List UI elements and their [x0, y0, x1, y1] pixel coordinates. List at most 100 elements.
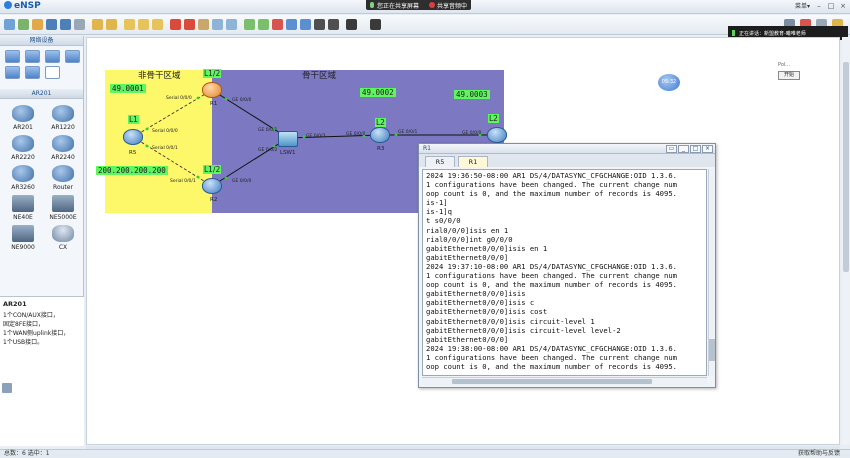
maximize-icon[interactable]: □	[690, 145, 701, 153]
device-ne5000e[interactable]: NE5000E	[44, 195, 82, 221]
screenshot-icon[interactable]	[346, 19, 357, 30]
sharing-status[interactable]: 您正在共享屏幕	[366, 1, 423, 10]
device-ar2240[interactable]: AR2240	[44, 135, 82, 161]
close-icon[interactable]: ×	[838, 1, 848, 11]
device-ar201[interactable]: AR201	[4, 105, 42, 131]
cloud-category-icon[interactable]	[25, 66, 40, 79]
router-category-icon[interactable]	[5, 50, 20, 63]
console-line: rial0/0/0]int g0/0/0	[426, 234, 513, 244]
cx-icon	[52, 225, 74, 242]
device-ne40e[interactable]: NE40E	[4, 195, 42, 221]
device-ar1220[interactable]: AR1220	[44, 105, 82, 131]
console-title: R1	[423, 145, 431, 152]
device-router[interactable]: Router	[44, 165, 82, 191]
router-r2-icon[interactable]	[202, 178, 222, 194]
tab-r5[interactable]: R5	[425, 156, 455, 167]
screen-share-bar[interactable]: 您正在共享屏幕 共享音频中	[366, 0, 472, 10]
grid-icon[interactable]	[328, 19, 339, 30]
switch-category-icon[interactable]	[25, 50, 40, 63]
device-cx[interactable]: CX	[44, 225, 82, 251]
scrollbar-thumb[interactable]	[709, 339, 715, 361]
canvas-vertical-scrollbar[interactable]	[842, 37, 850, 445]
device-ne9000[interactable]: NE9000	[4, 225, 42, 251]
start-icon[interactable]	[258, 19, 269, 30]
level-tag: L1	[128, 115, 139, 124]
chassis-icon	[12, 195, 34, 212]
node-label: R5	[129, 150, 137, 156]
description-line: 1个WAN侧uplink接口，	[3, 330, 70, 337]
window-icon[interactable]	[370, 19, 381, 30]
delete-link-icon[interactable]	[184, 19, 195, 30]
description-line: 1个CON/AUX接口，	[3, 312, 59, 319]
start-all-icon[interactable]	[244, 19, 255, 30]
router-icon	[52, 105, 74, 122]
topology-view-icon[interactable]	[314, 19, 325, 30]
router-r5-icon[interactable]	[123, 129, 143, 145]
palette-icon[interactable]	[212, 19, 223, 30]
capture-icon[interactable]	[286, 19, 297, 30]
console-vertical-scrollbar[interactable]	[708, 169, 715, 376]
console-window[interactable]: R1 ▭ _ □ × R5 R1 2024 19:36:50-08:00 AR1…	[418, 143, 716, 388]
device-ar3260[interactable]: AR3260	[4, 165, 42, 191]
link-category-icon[interactable]	[45, 66, 60, 79]
non-backbone-area-label: 非骨干区域	[138, 71, 181, 81]
tab-r1[interactable]: R1	[458, 156, 488, 167]
cloud-icon[interactable]: 05:32	[658, 74, 680, 91]
save-icon[interactable]	[46, 19, 57, 30]
router-icon	[12, 105, 34, 122]
console-line: gabitEthernet0/0/0]isis cost	[426, 307, 548, 317]
router-r1-icon[interactable]	[202, 82, 222, 98]
hand-icon[interactable]	[152, 19, 163, 30]
router-r4-icon[interactable]	[487, 127, 507, 143]
console-line: 2024 19:37:10-08:00 AR1 DS/4/DATASYNC_CF…	[426, 261, 677, 271]
console-titlebar[interactable]: R1 ▭ _ □ ×	[419, 144, 715, 154]
select-icon[interactable]	[124, 19, 135, 30]
restore-icon[interactable]: ▭	[666, 145, 677, 153]
console-tabs: R5 R1	[419, 154, 715, 167]
router-r3-icon[interactable]	[370, 127, 390, 143]
port-label: GE 0/0/0	[232, 179, 252, 184]
scrollbar-thumb[interactable]	[843, 62, 849, 272]
undo-icon[interactable]	[92, 19, 103, 30]
text-icon[interactable]	[198, 19, 209, 30]
shape-icon[interactable]	[226, 19, 237, 30]
collapse-panel-icon[interactable]	[2, 383, 12, 393]
print-icon[interactable]	[74, 19, 85, 30]
area-id-tag: 49.0001	[110, 84, 146, 93]
console-output[interactable]: 2024 19:36:50-08:00 AR1 DS/4/DATASYNC_CF…	[422, 169, 707, 376]
console-horizontal-scrollbar[interactable]	[422, 377, 707, 385]
console-line: 1 configurations have been changed. The …	[426, 352, 677, 362]
cli-icon[interactable]	[300, 19, 311, 30]
node-label: LSW1	[280, 150, 296, 156]
wlan-category-icon[interactable]	[45, 50, 60, 63]
close-icon[interactable]: ×	[702, 145, 713, 153]
category-grid	[0, 46, 83, 83]
new-lab-icon[interactable]	[18, 19, 29, 30]
console-line: 2024 19:38:00-08:00 AR1 DS/4/DATASYNC_CF…	[426, 343, 677, 353]
scrollbar-thumb[interactable]	[452, 379, 652, 384]
minimize-icon[interactable]: _	[678, 145, 689, 153]
console-line: gabitEthernet0/0/0]isis circuit-level le…	[426, 325, 621, 335]
switch-lsw1-icon[interactable]	[278, 131, 298, 147]
console-line: oop count is 0, and the maximum number o…	[426, 361, 677, 371]
delete-icon[interactable]	[170, 19, 181, 30]
start-button[interactable]: 开始	[778, 71, 800, 80]
help-feedback-link[interactable]: 获取帮助与反馈	[798, 450, 840, 458]
open-icon[interactable]	[32, 19, 43, 30]
redo-icon[interactable]	[106, 19, 117, 30]
maximize-icon[interactable]: □	[826, 1, 836, 11]
main-menu[interactable]: 菜单▾	[795, 1, 810, 10]
firewall-category-icon[interactable]	[65, 50, 80, 63]
move-icon[interactable]	[138, 19, 149, 30]
new-topology-icon[interactable]	[4, 19, 15, 30]
router-icon	[12, 135, 34, 152]
console-text[interactable]: 2024 19:36:50-08:00 AR1 DS/4/DATASYNC_CF…	[423, 170, 706, 372]
audio-share-status[interactable]: 共享音频中	[423, 1, 471, 10]
terminal-category-icon[interactable]	[5, 66, 20, 79]
save-as-icon[interactable]	[60, 19, 71, 30]
device-ar2220[interactable]: AR2220	[4, 135, 42, 161]
device-description: AR201 1个CON/AUX接口， 固定8FE接口， 1个WAN侧uplink…	[0, 296, 84, 446]
mic-icon	[370, 2, 374, 8]
stop-all-icon[interactable]	[272, 19, 283, 30]
minimize-icon[interactable]: –	[814, 1, 824, 11]
